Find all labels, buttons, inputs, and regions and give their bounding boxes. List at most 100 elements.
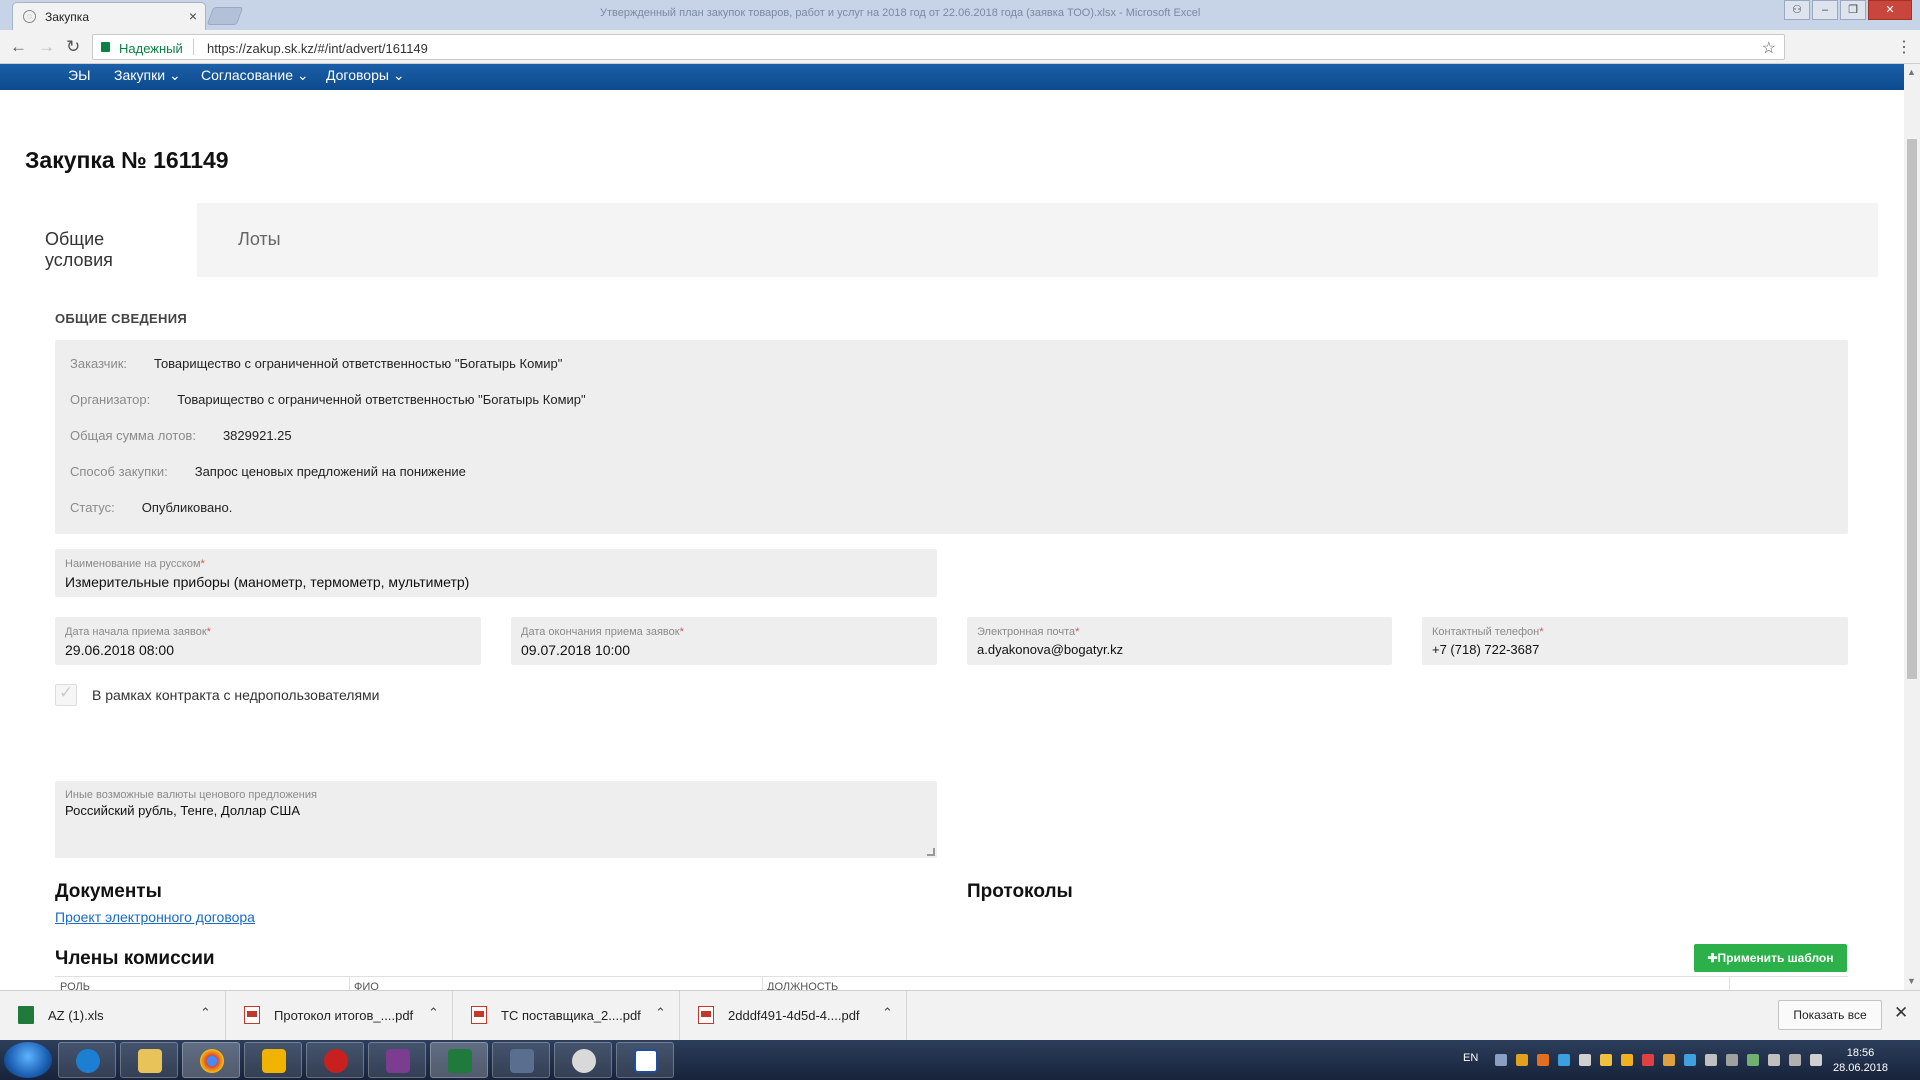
person-icon[interactable]: ⚇ <box>1784 0 1810 20</box>
chevron-up-icon[interactable]: ⌃ <box>200 1005 211 1021</box>
app-taskbar-button[interactable] <box>306 1042 364 1078</box>
tray-icon[interactable] <box>1663 1054 1675 1066</box>
chevron-up-icon[interactable]: ⌃ <box>882 1005 893 1021</box>
info-value: Товарищество с ограниченной ответственно… <box>154 356 563 371</box>
explorer-taskbar-button[interactable] <box>120 1042 178 1078</box>
table-header-role: РОЛЬ <box>60 981 90 990</box>
windows-taskbar: EN 18:56 28.06.2018 <box>0 1040 1920 1080</box>
window-taskbar-button[interactable] <box>616 1042 674 1078</box>
forward-arrow-icon[interactable]: → <box>38 37 55 57</box>
system-clock[interactable]: 18:56 28.06.2018 <box>1833 1046 1888 1076</box>
info-value: Опубликовано. <box>141 500 233 515</box>
chrome-icon <box>200 1049 224 1073</box>
info-row-organizer: Организатор: Товарищество с ограниченной … <box>70 392 586 407</box>
tray-icon[interactable] <box>1642 1054 1654 1066</box>
chevron-up-icon[interactable]: ⌃ <box>428 1005 439 1021</box>
tabs-bar: Общие условия Лоты <box>25 203 1878 277</box>
scroll-down-icon[interactable]: ▼ <box>1907 976 1916 986</box>
field-value: a.dyakonova@bogatyr.kz <box>977 642 1124 657</box>
start-button[interactable] <box>4 1042 52 1078</box>
browser-menu-icon[interactable]: ⋮ <box>1896 37 1912 57</box>
ie-taskbar-button[interactable] <box>58 1042 116 1078</box>
chrome-taskbar-button[interactable] <box>182 1042 240 1078</box>
email-field[interactable]: Электронная почта* a.dyakonova@bogatyr.k… <box>967 617 1392 665</box>
tray-icon[interactable] <box>1516 1054 1528 1066</box>
window-icon <box>634 1049 658 1073</box>
security-label: Надежный <box>119 41 183 56</box>
volume-icon[interactable] <box>1810 1054 1822 1066</box>
maximize-button[interactable]: ❐ <box>1840 0 1866 20</box>
chevron-down-icon: ⌄ <box>392 67 405 83</box>
browser-tab[interactable]: ◌ Закупка × <box>12 2 206 30</box>
pdf-file-icon <box>698 1006 714 1024</box>
tray-icon[interactable] <box>1621 1054 1633 1066</box>
language-indicator[interactable]: EN <box>1463 1052 1478 1064</box>
contract-draft-link[interactable]: Проект электронного договора <box>55 909 255 925</box>
info-label: Организатор: <box>70 392 151 407</box>
nav-item-ey[interactable]: ЭЫ <box>68 67 90 83</box>
tray-icon[interactable] <box>1558 1054 1570 1066</box>
field-label: Дата начала приема заявок* <box>65 626 211 638</box>
tray-icon[interactable] <box>1684 1054 1696 1066</box>
scroll-thumb[interactable] <box>1907 139 1917 679</box>
subsoil-checkbox[interactable]: ✓ <box>55 683 77 706</box>
new-tab-button[interactable] <box>206 7 244 25</box>
tray-icon[interactable] <box>1705 1054 1717 1066</box>
resize-grip-icon[interactable] <box>927 848 935 856</box>
end-date-field[interactable]: Дата окончания приема заявок* 09.07.2018… <box>511 617 937 665</box>
name-ru-field[interactable]: Наименование на русском* Измерительные п… <box>55 549 937 597</box>
close-downloads-icon[interactable]: ✕ <box>1894 1003 1908 1023</box>
currencies-textarea[interactable]: Иные возможные валюты ценового предложен… <box>55 781 937 858</box>
download-filename: ТС поставщика_2....pdf <box>501 1008 641 1023</box>
lock-icon <box>101 42 110 52</box>
tab-lots[interactable]: Лоты <box>218 203 301 277</box>
apply-template-button[interactable]: ✚Применить шаблон <box>1694 944 1847 972</box>
tray-icon[interactable] <box>1579 1054 1591 1066</box>
excel-taskbar-button[interactable] <box>430 1042 488 1078</box>
info-row-total-sum: Общая сумма лотов: 3829921.25 <box>70 428 292 443</box>
close-tab-icon[interactable]: × <box>189 8 197 24</box>
reload-icon[interactable]: ↻ <box>66 37 80 57</box>
tray-icon[interactable] <box>1726 1054 1738 1066</box>
nav-item-purchases[interactable]: Закупки ⌄ <box>114 67 181 84</box>
show-all-downloads-button[interactable]: Показать все <box>1778 1000 1882 1030</box>
ie-icon <box>76 1049 100 1073</box>
start-date-field[interactable]: Дата начала приема заявок* 29.06.2018 08… <box>55 617 481 665</box>
tray-icon[interactable] <box>1768 1054 1780 1066</box>
nav-item-contracts[interactable]: Договоры ⌄ <box>326 67 405 84</box>
field-value: Измерительные приборы (манометр, термоме… <box>65 574 470 590</box>
minimize-button[interactable]: – <box>1812 0 1838 20</box>
download-item[interactable]: Протокол итогов_....pdf ⌃ <box>226 991 453 1041</box>
table-header-position: ДОЛЖНОСТЬ <box>767 981 839 990</box>
tray-icon[interactable] <box>1600 1054 1612 1066</box>
tab-general-conditions[interactable]: Общие условия <box>25 203 197 277</box>
field-value: 29.06.2018 08:00 <box>65 642 174 658</box>
network-tray-icon[interactable] <box>1789 1054 1801 1066</box>
info-label: Общая сумма лотов: <box>70 428 196 443</box>
tray-icon[interactable] <box>1747 1054 1759 1066</box>
nav-item-label: Закупки <box>114 67 166 83</box>
winrar-taskbar-button[interactable] <box>368 1042 426 1078</box>
chevron-up-icon[interactable]: ⌃ <box>655 1005 666 1021</box>
paint-taskbar-button[interactable] <box>554 1042 612 1078</box>
download-item[interactable]: 2dddf491-4d5d-4....pdf ⌃ <box>680 991 907 1041</box>
close-window-button[interactable]: ✕ <box>1868 0 1912 20</box>
tray-icon[interactable] <box>1495 1054 1507 1066</box>
tray-icon[interactable] <box>1537 1054 1549 1066</box>
bookmark-star-icon[interactable]: ☆ <box>1762 38 1776 58</box>
page-scrollbar[interactable]: ▲ ▼ <box>1904 64 1920 990</box>
excel-icon <box>448 1049 472 1073</box>
phone-field[interactable]: Контактный телефон* +7 (718) 722-3687 <box>1422 617 1848 665</box>
scroll-up-icon[interactable]: ▲ <box>1907 67 1916 77</box>
outlook-taskbar-button[interactable] <box>244 1042 302 1078</box>
field-label: Иные возможные валюты ценового предложен… <box>65 789 317 801</box>
info-value: Запрос ценовых предложений на понижение <box>194 464 466 479</box>
url-input[interactable]: Надежный https://zakup.sk.kz/#/int/adver… <box>92 34 1785 60</box>
download-item[interactable]: AZ (1).xls ⌃ <box>0 991 226 1041</box>
back-arrow-icon[interactable]: ← <box>10 37 27 57</box>
nav-item-approval[interactable]: Согласование ⌄ <box>201 67 309 84</box>
field-label: Дата окончания приема заявок* <box>521 626 684 638</box>
network-taskbar-button[interactable] <box>492 1042 550 1078</box>
pdf-file-icon <box>244 1006 260 1024</box>
download-item[interactable]: ТС поставщика_2....pdf ⌃ <box>453 991 680 1041</box>
